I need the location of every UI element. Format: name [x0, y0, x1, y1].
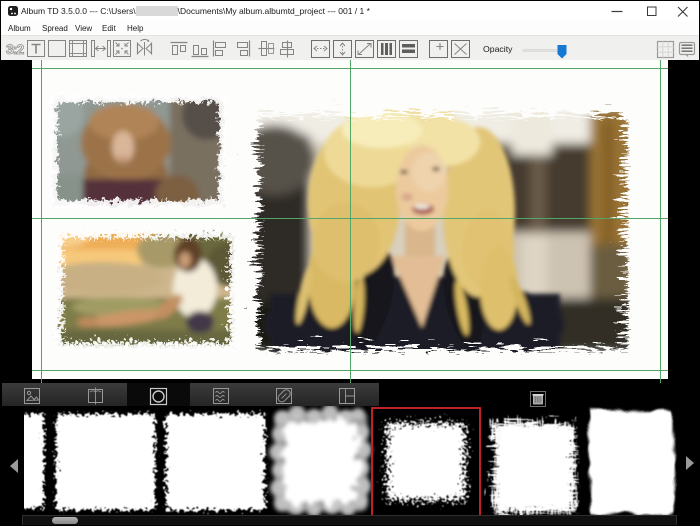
svg-text:Opacity: Opacity [483, 44, 513, 54]
svg-text:3:2: 3:2 [6, 41, 24, 57]
